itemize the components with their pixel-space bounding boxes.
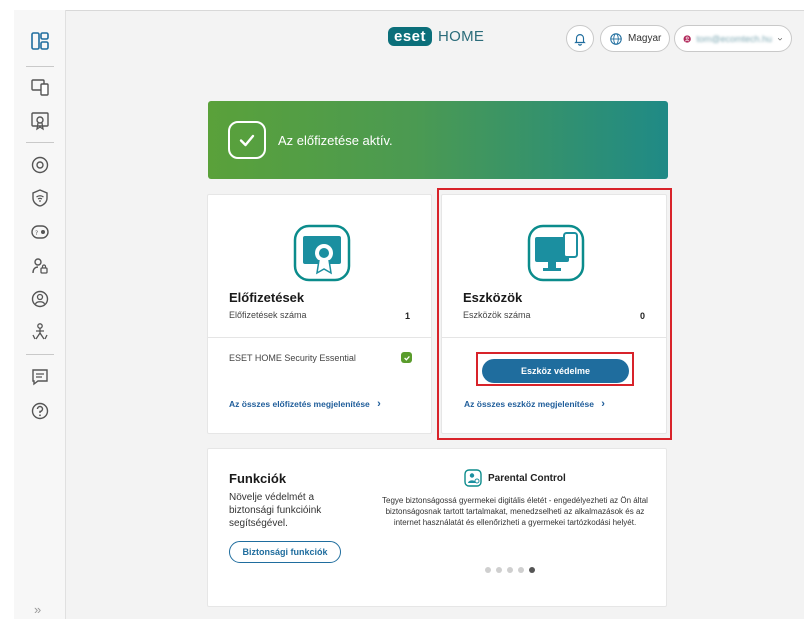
logo-product: HOME [438, 28, 485, 45]
features-title: Funkciók [229, 471, 287, 486]
globe-icon [610, 32, 622, 45]
security-features-button[interactable]: Biztonsági funkciók [229, 541, 341, 563]
subscriptions-count-label: Előfizetések száma [229, 310, 307, 320]
help-icon[interactable] [29, 400, 51, 422]
chevron-right-icon: › [377, 398, 381, 410]
parental-control-icon[interactable] [29, 321, 51, 343]
password-manager-icon[interactable]: ? [29, 221, 51, 243]
user-lock-icon[interactable] [29, 255, 51, 277]
subscriptions-title: Előfizetések [229, 290, 305, 305]
all-devices-link-label: Az összes eszköz megjelenítése [464, 399, 594, 409]
sidebar-divider [26, 354, 54, 355]
chevron-right-icon: › [601, 398, 605, 410]
devices-icon [527, 224, 585, 282]
features-card: Funkciók Növelje védelmét a biztonsági f… [207, 448, 667, 607]
chevron-down-icon [777, 37, 783, 41]
certificate-icon [293, 224, 351, 282]
all-devices-link[interactable]: Az összes eszköz megjelenítése › [464, 398, 605, 410]
svg-text:?: ? [35, 230, 38, 237]
dashboard-icon[interactable] [29, 30, 51, 52]
carousel-dot[interactable] [485, 567, 491, 573]
notifications-button[interactable] [566, 25, 594, 52]
user-icon [683, 34, 691, 43]
checkmark-icon [228, 121, 266, 159]
carousel-dots [485, 567, 535, 573]
carousel-dot[interactable] [496, 567, 502, 573]
language-button[interactable]: Magyar [600, 25, 671, 52]
settings-security-icon[interactable] [29, 154, 51, 176]
devices-count-value: 0 [639, 311, 645, 321]
account-email: tom@ecomtech.hu [696, 33, 773, 44]
subscriptions-card: Előfizetések Előfizetések száma 1 ESET H… [207, 194, 432, 434]
certificate-icon[interactable] [29, 110, 51, 132]
header: eset HOME Magyar tom@ecomtech.hu [66, 10, 804, 70]
all-subscriptions-link-label: Az összes előfizetés megjelenítése [229, 399, 370, 409]
subscription-active-banner: Az előfizetése aktív. [208, 101, 668, 179]
logo-brand: eset [388, 27, 433, 46]
features-description: Növelje védelmét a biztonsági funkcióink… [229, 492, 322, 529]
sidebar: ? » [14, 10, 66, 619]
card-divider [208, 337, 431, 338]
sidebar-divider [26, 66, 54, 67]
banner-text: Az előfizetése aktív. [278, 132, 393, 148]
subscriptions-count-value: 1 [404, 311, 410, 321]
bell-icon [574, 33, 586, 46]
carousel-dot[interactable] [507, 567, 513, 573]
active-status-icon [401, 352, 412, 363]
subscription-item-name: ESET HOME Security Essential [229, 353, 356, 363]
carousel-dot[interactable] [518, 567, 524, 573]
language-label: Magyar [628, 33, 662, 44]
devices-icon[interactable] [29, 76, 51, 98]
feature-text: Tegye biztonságossá gyermekei digitális … [382, 496, 648, 527]
devices-title: Eszközök [463, 290, 523, 305]
feature-title: Parental Control [488, 472, 566, 484]
feature-heading: Parental Control [464, 469, 566, 487]
account-menu-button[interactable]: tom@ecomtech.hu [674, 25, 792, 52]
parental-control-icon [464, 469, 482, 487]
sidebar-divider [26, 142, 54, 143]
card-divider [442, 337, 666, 338]
carousel-dot-active[interactable] [529, 567, 535, 573]
protect-device-button[interactable]: Eszköz védelme [482, 359, 629, 383]
devices-count-label: Eszközök száma [463, 310, 531, 320]
wifi-shield-icon[interactable] [29, 187, 51, 209]
privacy-icon[interactable] [29, 288, 51, 310]
sidebar-expand-button[interactable]: » [34, 602, 41, 617]
feedback-icon[interactable] [29, 366, 51, 388]
eset-home-logo[interactable]: eset HOME [388, 27, 484, 46]
devices-card: Eszközök Eszközök száma 0 Eszköz védelme… [441, 194, 667, 434]
all-subscriptions-link[interactable]: Az összes előfizetés megjelenítése › [229, 398, 381, 410]
